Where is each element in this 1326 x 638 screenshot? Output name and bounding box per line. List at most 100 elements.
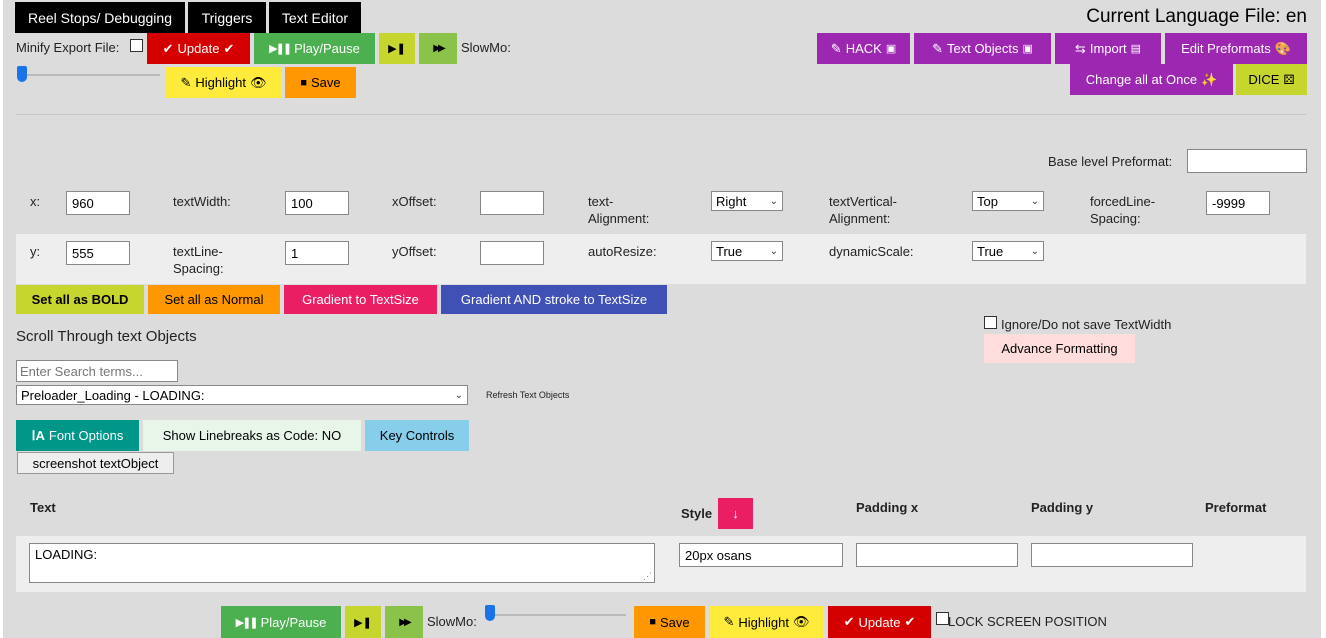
slowmo-label: SlowMo: [461,40,511,55]
text-textarea-value: LOADING: [35,547,98,562]
hack-button[interactable]: ✎ HACK ▣ [817,33,910,64]
bottom-save-button[interactable]: ■ Save [634,606,705,638]
gradient-stroke-button[interactable]: Gradient AND stroke to TextSize [441,285,667,314]
ignore-textwidth-label: Ignore/Do not save TextWidth [1001,317,1172,332]
font-options-button[interactable]: ⅠA Font Options [16,420,139,451]
font-options-label: Font Options [48,428,124,443]
eye-icon: 👁 [249,74,267,90]
play-pause-label: Play/Pause [294,41,360,56]
ignore-textwidth-checkbox[interactable] [984,316,997,329]
pencil-icon: ✎ [723,614,735,629]
minify-checkbox[interactable] [130,39,143,52]
dynamicscale-select[interactable]: True ⌄ [972,241,1044,261]
text-alignment-value: Right [716,193,747,209]
linebreaks-button[interactable]: Show Linebreaks as Code: NO [143,420,361,451]
bottom-slowmo-slider-thumb[interactable] [485,605,495,621]
textwidth-input[interactable]: 100 [285,191,349,215]
bottom-highlight-button[interactable]: ✎ Highlight 👁 [709,606,824,638]
style-value: 20px osans [685,547,752,563]
chevron-down-icon: ⌄ [769,195,778,207]
xoffset-input[interactable] [480,191,544,215]
step-forward-icon: ▶❚ [354,616,372,629]
text-alignment-select[interactable]: Right ⌄ [711,191,783,211]
x-label: x: [30,194,41,209]
bottom-fast-forward-button[interactable]: ▶▶ [385,606,423,638]
dice-label: DICE [1248,72,1280,87]
highlight-button[interactable]: ✎ Highlight 👁 [166,67,281,98]
tab-text-editor[interactable]: Text Editor [269,2,361,33]
forced-line-label-line2: Spacing: [1090,211,1141,226]
gradient-button[interactable]: Gradient to TextSize [284,285,437,314]
slowmo-slider-track[interactable] [20,74,160,76]
text-objects-button[interactable]: ✎ Text Objects ▣ [914,33,1051,64]
padding-x-input[interactable] [856,543,1018,567]
lock-screen-label: LOCK SCREEN POSITION [948,614,1107,629]
column-header-padding-y: Padding y [1031,500,1094,515]
dynamicscale-value: True [977,243,1004,259]
refresh-text-objects-link[interactable]: Refresh Text Objects [486,390,569,401]
text-object-select[interactable]: Preloader_Loading - LOADING: ⌄ [16,385,468,405]
x-value: 960 [72,195,94,211]
floppy-icon: ■ [649,616,656,628]
key-controls-button[interactable]: Key Controls [365,420,469,451]
text-vertical-value: Top [977,193,998,209]
update-button[interactable]: ✔ Update ✔ [147,33,250,64]
change-all-label: Change all at Once [1085,72,1198,87]
text-object-value: Preloader_Loading - LOADING: [21,387,205,403]
style-input[interactable]: 20px osans [679,543,843,567]
y-label: y: [30,244,41,259]
screenshot-button[interactable]: screenshot textObject [17,452,174,474]
y-input[interactable]: 555 [66,241,130,265]
floppy-icon: ■ [300,76,307,89]
save-button[interactable]: ■ Save [285,67,356,98]
change-all-button[interactable]: Change all at Once ✨ [1070,64,1233,95]
set-normal-button[interactable]: Set all as Normal [148,285,280,314]
forced-line-input[interactable]: -9999 [1206,191,1270,215]
padding-y-input[interactable] [1031,543,1193,567]
highlight-label: Highlight [195,75,246,90]
fast-forward-button[interactable]: ▶▶ [419,33,457,64]
column-header-preformat: Preformat [1205,500,1267,515]
bottom-play-pause-label: Play/Pause [260,614,327,630]
play-pause-icon: ▶❚❚ [269,43,292,55]
step-forward-icon: ▶❚ [388,43,406,55]
bottom-play-pause-button[interactable]: ▶❚❚ Play/Pause [221,606,341,638]
style-sort-button[interactable]: ↓ [718,498,753,529]
search-input[interactable]: Enter Search terms... [16,360,178,382]
image-icon: ▣ [885,43,897,55]
tab-triggers[interactable]: Triggers [188,2,266,33]
chevron-down-icon: ⌄ [454,389,463,401]
bottom-update-button[interactable]: ✔ Update ✔ [828,606,931,638]
bottom-highlight-label: Highlight [738,614,789,630]
retweet-icon: ⇆ [1074,40,1086,56]
tab-reel-stops[interactable]: Reel Stops/ Debugging [15,2,185,33]
dice-button[interactable]: DICE ⚄ [1236,64,1307,95]
autoresize-value: True [716,243,743,259]
text-alignment-label-line1: text- [588,194,614,209]
x-input[interactable]: 960 [66,191,130,215]
textline-label: textLine- Spacing: [173,243,224,277]
palette-icon: 🎨 [1274,40,1291,56]
xoffset-label: xOffset: [392,194,437,209]
step-forward-button[interactable]: ▶❚ [379,33,415,64]
eye-icon: 👁 [792,614,810,629]
bottom-slowmo-slider-track[interactable] [486,614,626,616]
bottom-step-forward-button[interactable]: ▶❚ [345,606,381,638]
yoffset-input[interactable] [480,241,544,265]
fast-forward-icon: ▶▶ [399,616,412,628]
autoresize-select[interactable]: True ⌄ [711,241,783,261]
text-vertical-select[interactable]: Top ⌄ [972,191,1044,211]
import-button[interactable]: ⇆ Import ▤ [1055,33,1161,64]
resize-grip-icon[interactable]: ⋰ [643,571,652,582]
set-bold-button[interactable]: Set all as BOLD [16,285,144,314]
play-pause-button[interactable]: ▶❚❚ Play/Pause [254,33,375,64]
textwidth-label: textWidth: [173,194,231,209]
textline-input[interactable]: 1 [285,241,349,265]
edit-preformats-button[interactable]: Edit Preformats 🎨 [1165,33,1307,64]
forced-line-label-line1: forcedLine- [1090,194,1156,209]
advance-formatting-button[interactable]: Advance Formatting [984,334,1135,363]
text-textarea[interactable]: LOADING: ⋰ [29,543,655,583]
update-label: Update [177,41,220,56]
base-level-input[interactable] [1187,149,1307,173]
slowmo-slider-thumb[interactable] [17,66,27,82]
